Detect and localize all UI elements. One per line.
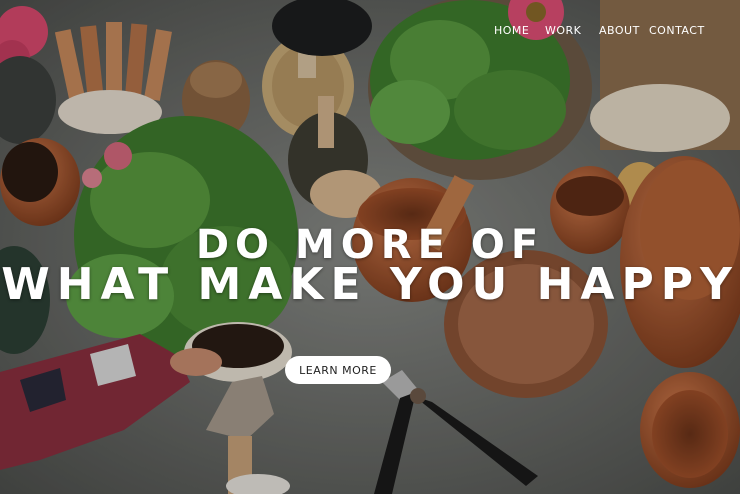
hero-section: HOME WORK ABOUT CONTACT DO MORE OF WHAT …	[0, 0, 740, 494]
learn-more-button[interactable]: LEARN MORE	[285, 356, 391, 384]
nav-work[interactable]: WORK	[545, 24, 581, 37]
nav-home[interactable]: HOME	[494, 24, 529, 37]
nav-contact[interactable]: CONTACT	[649, 24, 705, 37]
headline-line-2: WHAT MAKE YOU HAPPY	[1, 259, 739, 310]
nav-about[interactable]: ABOUT	[599, 24, 640, 37]
